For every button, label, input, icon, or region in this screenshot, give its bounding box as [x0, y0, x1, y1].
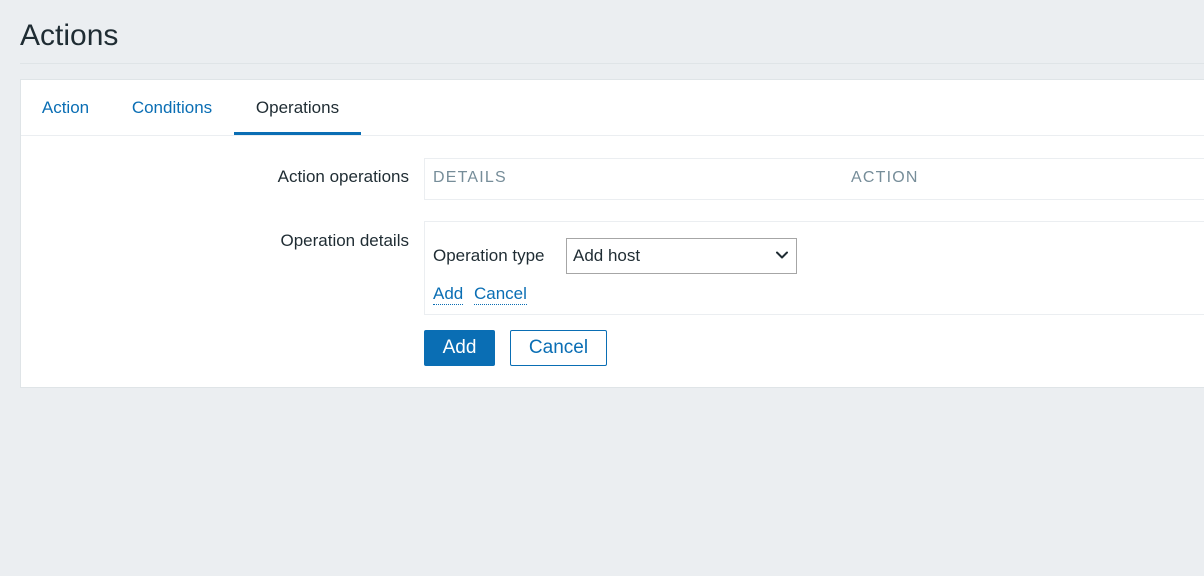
operation-type-select[interactable]: Add host: [566, 238, 797, 274]
operation-details-label: Operation details: [280, 231, 409, 250]
operation-details-box: Operation type Add host Add Cancel: [424, 221, 1204, 315]
tab-conditions[interactable]: Conditions: [110, 80, 234, 135]
action-operations-table: DETAILS ACTION: [424, 158, 1204, 200]
operation-type-label: Operation type: [433, 246, 545, 265]
tab-operations[interactable]: Operations: [234, 80, 361, 135]
operation-add-link[interactable]: Add: [433, 284, 464, 305]
page-header: Actions: [20, 0, 1204, 64]
cancel-button[interactable]: Cancel: [510, 330, 607, 366]
tab-action[interactable]: Action: [21, 80, 110, 135]
tab-bar: Action Conditions Operations: [21, 80, 1204, 136]
operation-cancel-link[interactable]: Cancel: [474, 284, 527, 305]
action-operations-label: Action operations: [277, 167, 409, 186]
page-title: Actions: [20, 19, 119, 52]
action-form-panel: Action Conditions Operations Action oper…: [20, 79, 1204, 388]
action-column-header: ACTION: [851, 169, 919, 186]
chevron-down-icon: [776, 251, 788, 259]
details-column-header: DETAILS: [433, 169, 507, 186]
add-button[interactable]: Add: [424, 330, 495, 366]
operation-type-value: Add host: [573, 246, 641, 265]
